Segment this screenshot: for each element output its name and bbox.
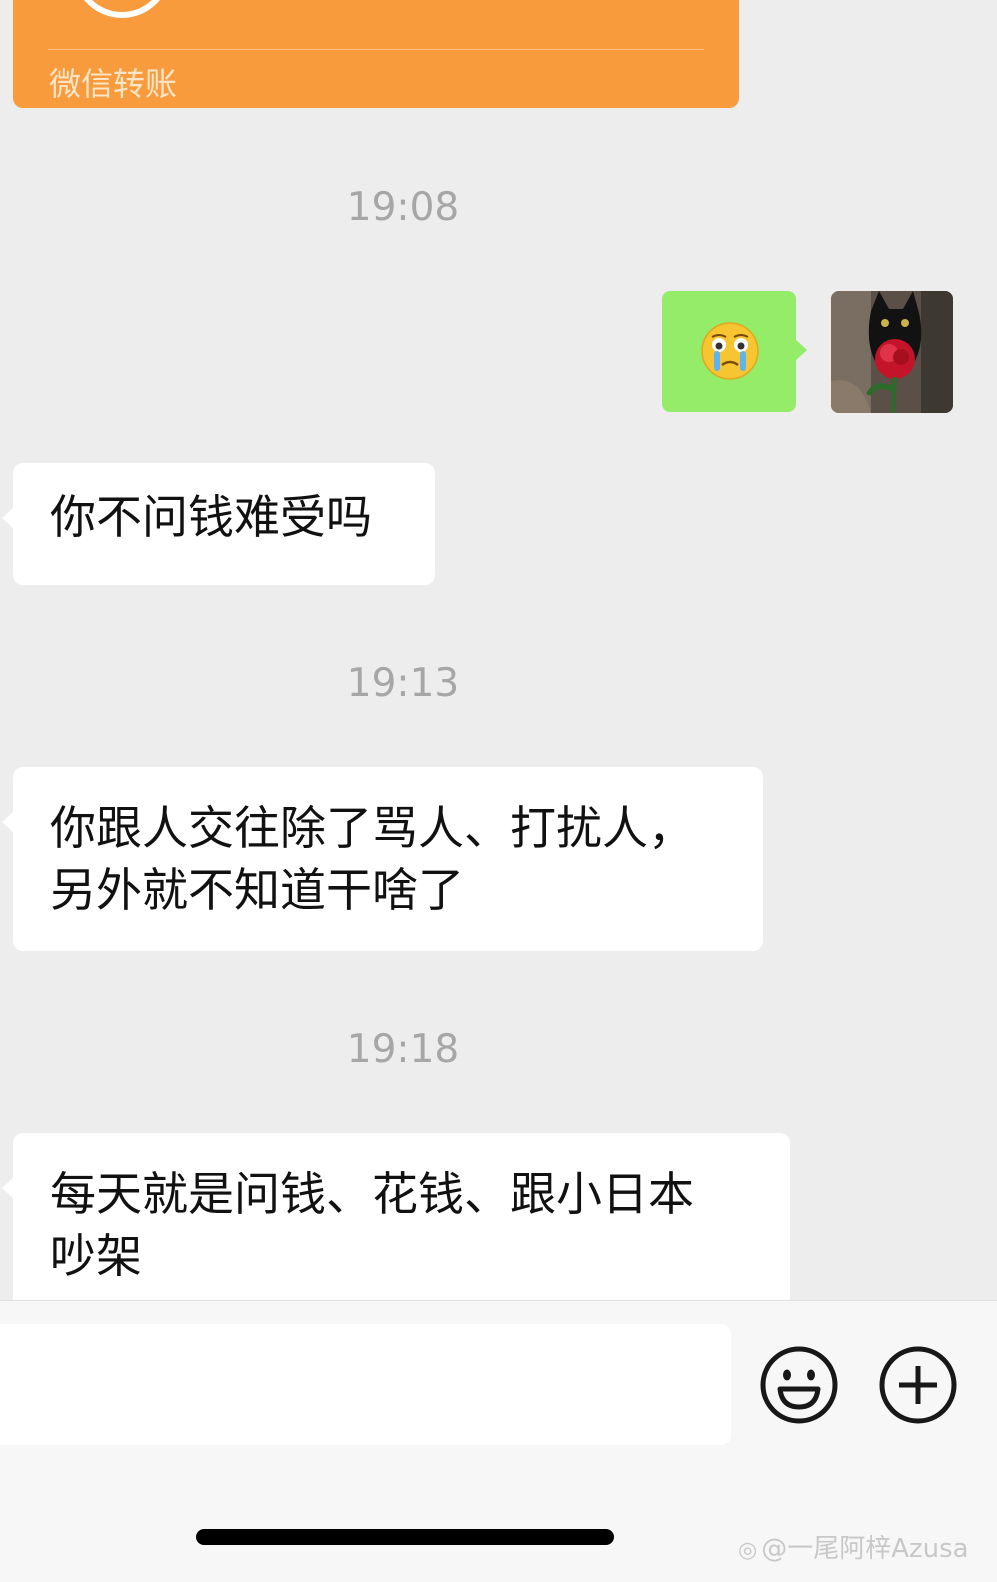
- incoming-message-bubble[interactable]: 你跟人交往除了骂人、打扰人， 另外就不知道干啥了: [2, 767, 763, 951]
- watermark: ◎ @一尾阿梓Azusa: [738, 1528, 969, 1565]
- weibo-logo-icon: ◎: [738, 1538, 758, 1563]
- message-text-line: 吵架: [50, 1229, 142, 1283]
- smiley-face-icon[interactable]: [758, 1344, 840, 1426]
- watermark-text: @一尾阿梓Azusa: [761, 1534, 969, 1564]
- transfer-label: 微信转账: [49, 65, 178, 103]
- incoming-message-bubble[interactable]: 你不问钱难受吗: [2, 463, 435, 585]
- input-bar: ◎ @一尾阿梓Azusa: [0, 1300, 997, 1582]
- message-text-line: 你跟人交往除了骂人、打扰人，: [50, 801, 694, 855]
- transfer-circle-icon: [73, 0, 171, 18]
- outgoing-message-bubble[interactable]: [662, 291, 807, 412]
- message-text-line: 每天就是问钱、花钱、跟小日本: [50, 1167, 694, 1221]
- timestamp: 19:18: [346, 1027, 460, 1072]
- plus-circle-icon[interactable]: [877, 1344, 959, 1426]
- wechat-transfer-card[interactable]: 微信转账: [13, 0, 739, 108]
- black-cat-with-rose-avatar-icon: [831, 291, 953, 413]
- chat-area: 微信转账 19:08 你不问钱难受吗 19:13 你跟人交往除了骂人、打扰人， …: [0, 0, 997, 1310]
- timestamp: 19:08: [346, 185, 460, 230]
- message-input[interactable]: [0, 1324, 731, 1445]
- user-avatar[interactable]: [831, 291, 953, 413]
- incoming-message-bubble[interactable]: 每天就是问钱、花钱、跟小日本 吵架: [2, 1133, 790, 1310]
- divider: [48, 49, 704, 50]
- timestamp: 19:13: [346, 661, 460, 706]
- message-text: 你不问钱难受吗: [50, 490, 372, 544]
- crying-face-emoji-icon: [701, 322, 759, 380]
- home-indicator[interactable]: [196, 1529, 614, 1545]
- message-text-line: 另外就不知道干啥了: [50, 863, 464, 917]
